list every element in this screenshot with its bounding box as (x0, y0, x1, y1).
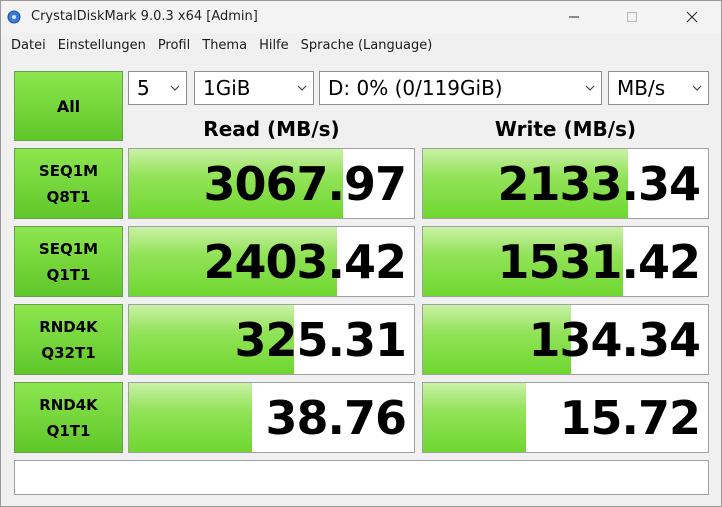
write-result-seq1m-q1t1: 1531.42 (422, 226, 709, 297)
row-label-line2: Q1T1 (46, 265, 91, 284)
write-result-rnd4k-q32t1: 134.34 (422, 304, 709, 375)
menu-profil[interactable]: Profil (152, 34, 196, 58)
read-value: 3067.97 (203, 156, 407, 211)
write-value: 2133.34 (497, 156, 701, 211)
row-label-line2: Q8T1 (46, 187, 91, 206)
status-box[interactable] (14, 460, 709, 495)
maximize-icon (627, 12, 637, 22)
read-result-rnd4k-q1t1: 38.76 (128, 382, 415, 453)
count-value: 5 (137, 76, 150, 100)
write-result-rnd4k-q1t1: 15.72 (422, 382, 709, 453)
write-result-seq1m-q8t1: 2133.34 (422, 148, 709, 219)
size-value: 1GiB (203, 76, 251, 100)
rnd4k-q1t1-button[interactable]: RND4K Q1T1 (14, 382, 123, 453)
write-value: 15.72 (559, 390, 701, 445)
all-button-label: All (56, 96, 81, 116)
read-result-seq1m-q8t1: 3067.97 (128, 148, 415, 219)
crystaldiskmark-disk-icon (7, 10, 21, 24)
maximize-button[interactable] (609, 1, 655, 33)
chevron-down-icon (291, 72, 313, 104)
size-select[interactable]: 1GiB (194, 71, 314, 105)
read-result-rnd4k-q32t1: 325.31 (128, 304, 415, 375)
read-value: 325.31 (234, 312, 407, 367)
title-bar[interactable]: CrystalDiskMark 9.0.3 x64 [Admin] (1, 1, 721, 33)
menu-einstellungen[interactable]: Einstellungen (52, 34, 152, 58)
read-bar (129, 383, 252, 452)
close-icon (686, 11, 698, 23)
row-label-line2: Q32T1 (41, 343, 96, 362)
menu-thema[interactable]: Thema (196, 34, 253, 58)
count-select[interactable]: 5 (128, 71, 187, 105)
row-label-line1: SEQ1M (38, 161, 99, 180)
unit-select[interactable]: MB/s (608, 71, 709, 105)
read-value: 2403.42 (203, 234, 407, 289)
window-title: CrystalDiskMark 9.0.3 x64 [Admin] (31, 9, 258, 24)
seq1m-q1t1-button[interactable]: SEQ1M Q1T1 (14, 226, 123, 297)
row-label-line1: RND4K (39, 317, 98, 336)
minimize-button[interactable] (551, 1, 597, 33)
row-label-line2: Q1T1 (46, 421, 91, 440)
chevron-down-icon (164, 72, 186, 104)
menu-hilfe[interactable]: Hilfe (253, 34, 295, 58)
rnd4k-q32t1-button[interactable]: RND4K Q32T1 (14, 304, 123, 375)
all-button[interactable]: All (14, 71, 123, 141)
write-value: 134.34 (528, 312, 701, 367)
app-window: CrystalDiskMark 9.0.3 x64 [Admin] Datei … (0, 0, 722, 507)
minimize-icon (569, 16, 579, 18)
read-value: 38.76 (265, 390, 407, 445)
read-header: Read (MB/s) (203, 117, 340, 141)
write-bar (423, 383, 526, 452)
chevron-down-icon (686, 72, 708, 104)
drive-select[interactable]: D: 0% (0/119GiB) (319, 71, 602, 105)
row-label-line1: SEQ1M (38, 239, 99, 258)
write-value: 1531.42 (497, 234, 701, 289)
menu-bar: Datei Einstellungen Profil Thema Hilfe S… (1, 34, 721, 58)
menu-sprache[interactable]: Sprache (Language) (295, 34, 439, 58)
drive-value: D: 0% (0/119GiB) (328, 76, 503, 100)
chevron-down-icon (579, 72, 601, 104)
row-label-line1: RND4K (39, 395, 98, 414)
read-result-seq1m-q1t1: 2403.42 (128, 226, 415, 297)
unit-value: MB/s (617, 76, 666, 100)
write-header: Write (MB/s) (494, 117, 637, 141)
seq1m-q8t1-button[interactable]: SEQ1M Q8T1 (14, 148, 123, 219)
menu-datei[interactable]: Datei (1, 34, 52, 58)
close-button[interactable] (669, 1, 715, 33)
